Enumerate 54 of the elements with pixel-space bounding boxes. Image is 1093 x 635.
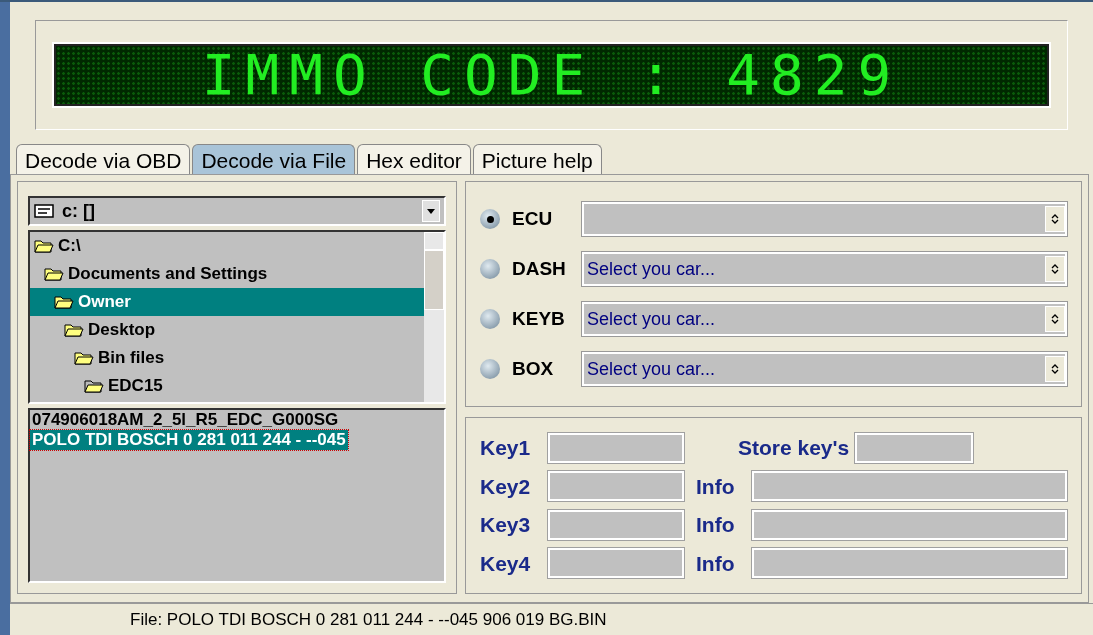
key-label: Key2	[480, 473, 532, 500]
status-bar: File: POLO TDI BOSCH 0 281 011 244 - --045 906 019 BG.BIN	[10, 603, 1093, 635]
radio-button[interactable]	[480, 309, 500, 329]
tree-item[interactable]: Bin files	[30, 344, 424, 372]
file-item[interactable]: 074906018AM_2_5l_R5_EDC_G000SG	[30, 410, 341, 430]
tab[interactable]: Hex editor	[357, 144, 471, 174]
folder-icon	[44, 266, 64, 282]
spin-arrows-icon[interactable]	[1045, 256, 1065, 282]
radio-button[interactable]	[480, 209, 500, 229]
radio-button[interactable]	[480, 259, 500, 279]
tab[interactable]: Decode via OBD	[16, 144, 191, 174]
scrollbar[interactable]	[424, 232, 444, 402]
car-select[interactable]: Select you car...	[582, 302, 1067, 336]
key-label: Key3	[480, 512, 532, 538]
folder-icon	[34, 238, 54, 254]
tree-item[interactable]: EDC15	[30, 372, 424, 400]
module-label: KEYB	[512, 306, 566, 331]
tree-item[interactable]: Owner	[30, 288, 424, 316]
spin-arrows-icon[interactable]	[1045, 306, 1065, 332]
info-label: Info	[696, 550, 736, 577]
folder-icon	[64, 322, 84, 338]
key-label: Key1	[480, 435, 532, 461]
file-item[interactable]: POLO TDI BOSCH 0 281 011 244 - --045	[30, 430, 348, 450]
input-field[interactable]	[752, 471, 1067, 502]
input-field[interactable]	[548, 509, 684, 540]
led-display: IMMO CODE : 4829	[54, 44, 1049, 106]
drive-icon	[34, 204, 54, 218]
car-select[interactable]: Select you car...	[582, 252, 1067, 286]
tree-item[interactable]: Documents and Settings	[30, 260, 424, 288]
input-field[interactable]	[752, 509, 1067, 540]
tab[interactable]: Picture help	[472, 144, 602, 174]
store-keys-label: Store key's	[738, 435, 850, 461]
radio-button[interactable]	[480, 359, 500, 379]
info-label: Info	[696, 473, 736, 500]
input-field[interactable]	[752, 548, 1067, 579]
folder-icon	[54, 294, 74, 310]
tab[interactable]: Decode via File	[192, 144, 356, 174]
input-field[interactable]	[548, 432, 684, 463]
car-select[interactable]: Select you car...	[582, 352, 1067, 386]
module-label: DASH	[512, 256, 567, 281]
input-field[interactable]	[548, 548, 684, 579]
key-label: Key4	[480, 550, 532, 577]
spin-arrows-icon[interactable]	[1045, 206, 1065, 232]
spin-arrows-icon[interactable]	[1045, 356, 1065, 382]
module-label: ECU	[512, 206, 554, 231]
tree-item[interactable]: C:\	[30, 232, 424, 260]
drive-select[interactable]: c: []	[28, 196, 446, 226]
tree-item[interactable]: Desktop	[30, 316, 424, 344]
input-field[interactable]	[548, 471, 684, 502]
info-label: Info	[696, 512, 736, 538]
folder-icon	[74, 350, 94, 366]
folder-icon	[84, 378, 104, 394]
input-field[interactable]	[855, 432, 974, 463]
module-label: BOX	[512, 356, 555, 381]
